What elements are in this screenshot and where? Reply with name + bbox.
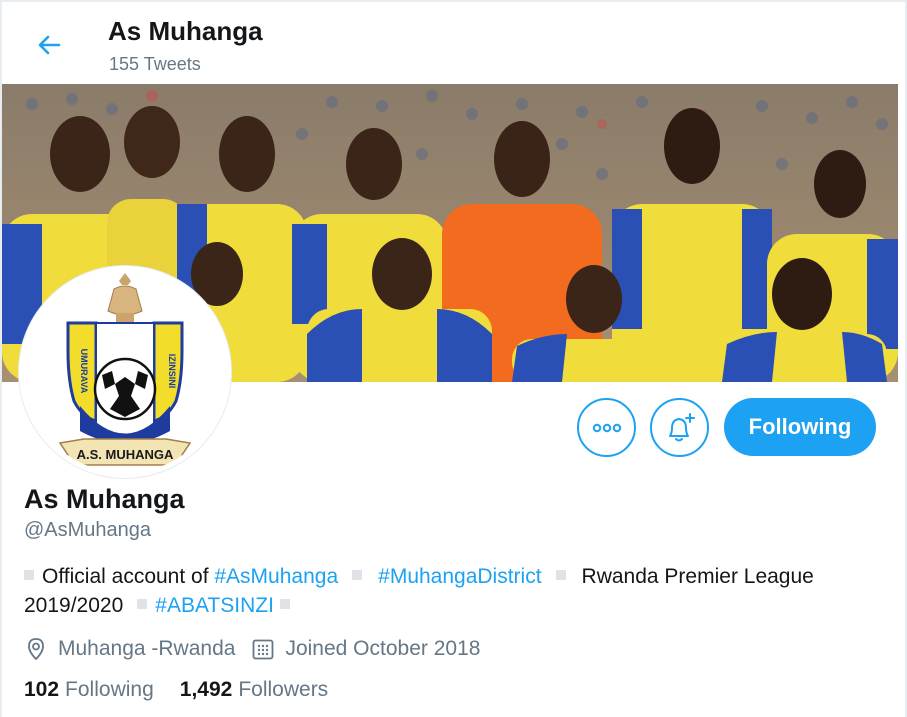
more-options-button[interactable] <box>577 398 636 457</box>
tweet-count: 155 Tweets <box>109 54 201 74</box>
following-count-link[interactable]: 102 Following <box>24 678 154 702</box>
back-button[interactable] <box>26 22 72 68</box>
back-arrow-icon <box>38 35 61 55</box>
joined-item: Joined October 2018 <box>251 637 480 661</box>
profile-header: As Muhanga 155 Tweets <box>2 2 905 82</box>
bio-square-icon <box>24 570 34 580</box>
calendar-icon <box>253 639 274 660</box>
bio-square-icon <box>352 570 363 580</box>
logo-text-bottom: A.S. MUHANGA <box>77 447 174 462</box>
notifications-button[interactable] <box>650 398 709 457</box>
location-text: Muhanga -Rwanda <box>58 637 236 660</box>
bio-text-1: Official account of <box>42 565 215 588</box>
profile-bio: Official account of #AsMuhanga #MuhangaDi… <box>24 562 884 620</box>
profile-name: As Muhanga <box>24 484 185 514</box>
hashtag-abatsinzi[interactable]: #ABATSINZI <box>155 594 274 617</box>
profile-avatar[interactable]: UMURAVA IZINSINI A.S. MUHANGA <box>19 266 231 478</box>
logo-text-right: IZINSINI <box>167 354 177 389</box>
location-pin-icon <box>28 638 44 661</box>
hashtag-asmuhanga[interactable]: #AsMuhanga <box>214 565 338 588</box>
bio-square-icon <box>555 570 566 580</box>
profile-stats: 102 Following 1,492 Followers <box>24 678 354 702</box>
following-label: Following <box>65 678 154 701</box>
logo-text-left: UMURAVA <box>79 349 89 394</box>
profile-handle: @AsMuhanga <box>24 519 152 541</box>
followers-label: Followers <box>238 678 329 701</box>
following-count: 102 <box>24 678 60 701</box>
location-item: Muhanga -Rwanda <box>24 637 235 661</box>
bio-square-icon <box>279 599 290 609</box>
followers-count-link[interactable]: 1,492 Followers <box>180 678 328 702</box>
hashtag-muhangadistrict[interactable]: #MuhangaDistrict <box>378 565 541 588</box>
bio-square-icon <box>137 599 148 609</box>
followers-count: 1,492 <box>179 678 233 701</box>
bell-plus-icon <box>668 412 695 441</box>
joined-text: Joined October 2018 <box>285 637 481 660</box>
profile-meta: Muhanga -Rwanda Joined October 2018 <box>24 634 496 664</box>
following-button[interactable]: Following <box>724 398 876 456</box>
more-horizontal-icon <box>592 423 621 432</box>
team-logo-icon: UMURAVA IZINSINI A.S. MUHANGA <box>24 271 226 473</box>
header-title: As Muhanga <box>108 16 263 46</box>
